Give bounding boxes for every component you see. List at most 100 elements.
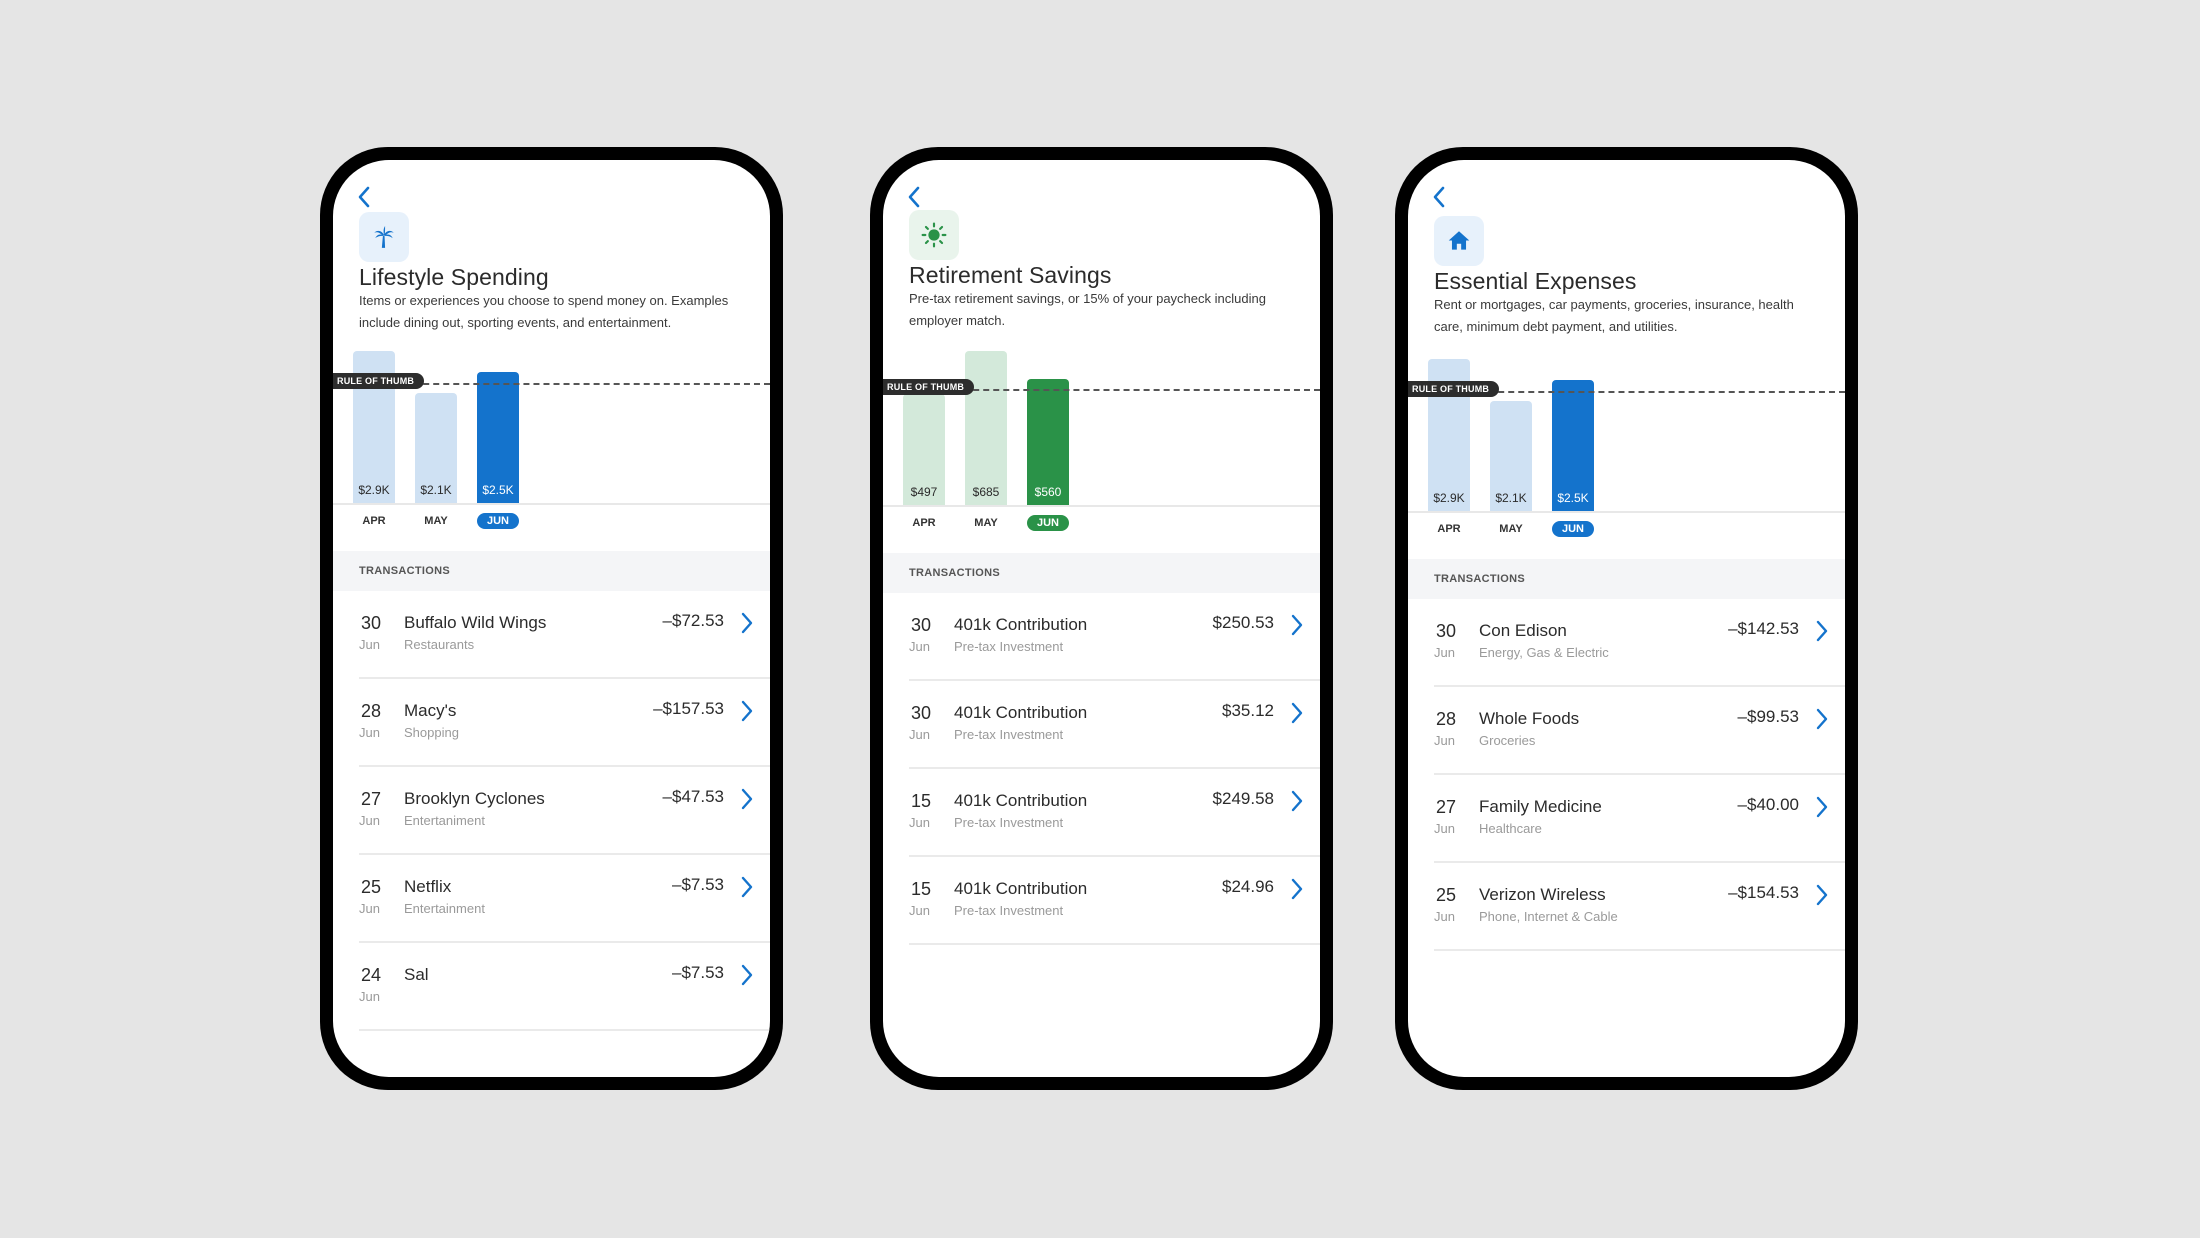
transaction-row[interactable]: 30 Jun Con Edison Energy, Gas & Electric –$1…	[1434, 599, 1845, 687]
month-label: APR	[362, 515, 386, 527]
transaction-month: Jun	[359, 813, 380, 828]
chevron-right-icon[interactable]	[1815, 795, 1829, 819]
transaction-merchant: Macy's	[404, 701, 457, 720]
back-button[interactable]	[353, 182, 377, 212]
transaction-day: 27	[361, 789, 382, 809]
month-tab-jun[interactable]: JUN	[1544, 519, 1602, 537]
phone-essential-expenses: Essential Expenses Rent or mortgages, ca…	[1395, 147, 1858, 1090]
transaction-merchant: Verizon Wireless	[1479, 885, 1606, 904]
transaction-day: 15	[911, 791, 932, 811]
bar-value-label: $685	[972, 484, 1000, 499]
transaction-month: Jun	[1434, 733, 1455, 748]
transaction-row[interactable]: 27 Jun Family Medicine Healthcare –$40.00	[1434, 775, 1845, 863]
chevron-right-icon[interactable]	[740, 611, 754, 635]
transaction-row[interactable]: 25 Jun Verizon Wireless Phone, Internet & C…	[1434, 863, 1845, 951]
transaction-row[interactable]: 28 Jun Macy's Shopping –$157.53	[359, 679, 770, 767]
category-icon-badge	[359, 212, 409, 262]
transactions-header: TRANSACTIONS	[333, 551, 770, 591]
chevron-right-icon[interactable]	[1290, 613, 1304, 637]
month-tab-may[interactable]: MAY	[407, 511, 465, 527]
transaction-row[interactable]: 15 Jun 401k Contribution Pre-tax Investment…	[909, 769, 1320, 857]
rule-of-thumb-label: RULE OF THUMB	[883, 379, 975, 396]
transaction-amount: –$7.53	[672, 875, 724, 894]
transaction-row[interactable]: 28 Jun Whole Foods Groceries –$99.53	[1434, 687, 1845, 775]
transaction-day: 27	[1436, 797, 1457, 817]
chevron-right-icon[interactable]	[740, 963, 754, 987]
rule-of-thumb-label: RULE OF THUMB	[333, 372, 425, 389]
chart-bar-may[interactable]: $685	[965, 351, 1007, 505]
transaction-month: Jun	[1434, 821, 1455, 836]
transaction-row[interactable]: 25 Jun Netflix Entertainment –$7.53	[359, 855, 770, 943]
transaction-row[interactable]: 15 Jun 401k Contribution Pre-tax Investment…	[909, 857, 1320, 945]
page-title: Retirement Savings	[909, 262, 1112, 288]
month-tab-apr[interactable]: APR	[895, 513, 953, 529]
month-tab-jun[interactable]: JUN	[1019, 513, 1077, 531]
transaction-category: Shopping	[404, 725, 459, 740]
transaction-row[interactable]: 24 Jun Sal –$7.53	[359, 943, 770, 1031]
month-label: JUN	[1026, 515, 1069, 531]
transaction-category: Healthcare	[1479, 821, 1542, 836]
monthly-bar-chart: $2.9K $2.1K $2.5K RULE OF THUMB APR MAY JUN	[1408, 346, 1845, 546]
bar-value-label: $2.1K	[1495, 490, 1527, 505]
transaction-amount: $249.58	[1212, 789, 1274, 808]
transaction-month: Jun	[359, 989, 380, 1004]
chart-bar-may[interactable]: $2.1K	[415, 393, 457, 503]
transaction-category: Restaurants	[404, 637, 475, 652]
rule-of-thumb-label: RULE OF THUMB	[1408, 380, 1500, 397]
chart-bar-jun[interactable]: $2.5K	[477, 372, 519, 503]
transaction-amount: $35.12	[1222, 701, 1274, 720]
page-description: Rent or mortgages, car payments, groceri…	[1434, 297, 1794, 334]
transaction-amount: –$7.53	[672, 963, 724, 982]
back-button[interactable]	[903, 182, 927, 212]
transaction-row[interactable]: 30 Jun 401k Contribution Pre-tax Investment…	[909, 681, 1320, 769]
transaction-category: Entertaniment	[404, 813, 485, 828]
chart-bar-jun[interactable]: $560	[1027, 379, 1069, 505]
transaction-day: 25	[1436, 885, 1457, 905]
transaction-row[interactable]: 27 Jun Brooklyn Cyclones Entertaniment –$47.…	[359, 767, 770, 855]
month-tab-may[interactable]: MAY	[1482, 519, 1540, 535]
chevron-left-icon	[358, 186, 370, 208]
chart-bar-jun[interactable]: $2.5K	[1552, 380, 1594, 511]
chevron-right-icon[interactable]	[740, 699, 754, 723]
transaction-day: 30	[911, 703, 932, 723]
chart-bar-may[interactable]: $2.1K	[1490, 401, 1532, 511]
transaction-month: Jun	[359, 725, 380, 740]
chevron-right-icon[interactable]	[740, 875, 754, 899]
transactions-header: TRANSACTIONS	[883, 553, 1320, 593]
chevron-right-icon[interactable]	[1815, 619, 1829, 643]
transaction-day: 30	[911, 615, 932, 635]
chevron-right-icon[interactable]	[740, 787, 754, 811]
chevron-right-icon[interactable]	[1815, 707, 1829, 731]
month-tab-apr[interactable]: APR	[1420, 519, 1478, 535]
chevron-right-icon[interactable]	[1290, 701, 1304, 725]
bar-value-label: $2.1K	[420, 482, 452, 497]
back-button[interactable]	[1428, 182, 1452, 212]
transaction-category: Pre-tax Investment	[954, 727, 1064, 742]
transaction-month: Jun	[909, 903, 930, 918]
transactions-list: 30 Jun Con Edison Energy, Gas & Electric –$1…	[1408, 599, 1845, 951]
page-title: Lifestyle Spending	[359, 264, 549, 290]
bar-value-label: $2.9K	[358, 482, 390, 497]
chevron-right-icon[interactable]	[1815, 883, 1829, 907]
transaction-category: Phone, Internet & Cable	[1479, 909, 1618, 924]
transaction-amount: $250.53	[1212, 613, 1274, 632]
transaction-month: Jun	[359, 901, 380, 916]
transaction-row[interactable]: 30 Jun 401k Contribution Pre-tax Investment…	[909, 593, 1320, 681]
month-label: MAY	[974, 517, 998, 529]
transaction-row[interactable]: 30 Jun Buffalo Wild Wings Restaurants –$72.5…	[359, 591, 770, 679]
transaction-amount: –$40.00	[1737, 795, 1799, 814]
transaction-month: Jun	[909, 639, 930, 654]
page-description: Items or experiences you choose to spend…	[359, 293, 729, 330]
chevron-right-icon[interactable]	[1290, 877, 1304, 901]
transaction-category: Pre-tax Investment	[954, 903, 1064, 918]
transaction-month: Jun	[1434, 645, 1455, 660]
bar-value-label: $560	[1034, 484, 1062, 499]
house-icon	[1448, 231, 1470, 250]
transaction-day: 28	[1436, 709, 1457, 729]
month-tab-jun[interactable]: JUN	[469, 511, 527, 529]
bar-value-label: $2.9K	[1433, 490, 1465, 505]
chevron-right-icon[interactable]	[1290, 789, 1304, 813]
month-tab-apr[interactable]: APR	[345, 511, 403, 527]
month-tab-may[interactable]: MAY	[957, 513, 1015, 529]
chart-bar-apr[interactable]: $497	[903, 393, 945, 505]
